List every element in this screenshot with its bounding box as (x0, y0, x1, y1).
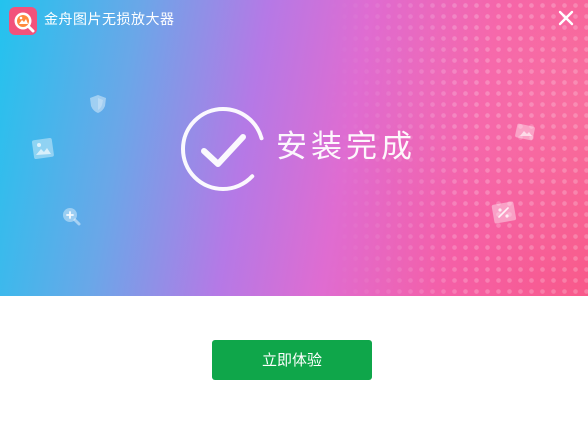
install-complete-text: 安装完成 (276, 129, 416, 165)
shield-icon (90, 95, 106, 113)
zoom-in-icon (63, 208, 81, 226)
edit-image-icon (491, 201, 517, 224)
close-icon[interactable] (552, 4, 580, 32)
photo-icon (515, 123, 535, 141)
app-title: 金舟图片无损放大器 (44, 12, 175, 28)
image-icon (31, 137, 54, 160)
title-bar: 金舟图片无损放大器 (0, 0, 588, 40)
installer-window: 安装完成 金舟图片无损放大器 立即体验 (0, 0, 588, 435)
app-logo-icon (9, 7, 37, 35)
check-circle-icon (181, 107, 265, 191)
header-banner: 安装完成 (0, 0, 588, 296)
start-experience-button[interactable]: 立即体验 (212, 340, 372, 380)
